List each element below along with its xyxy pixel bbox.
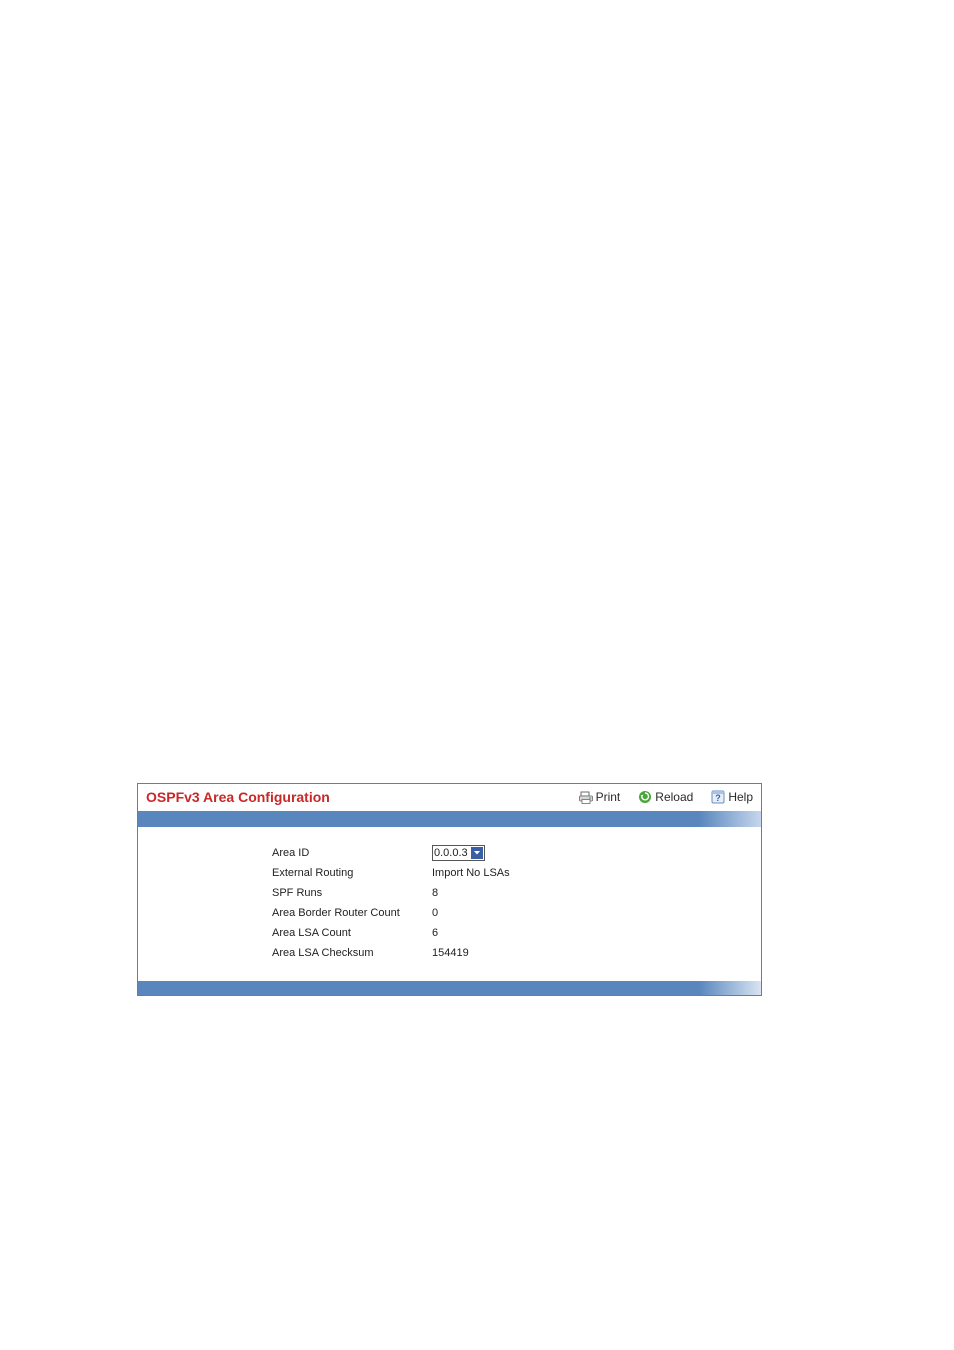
top-blue-bar	[138, 811, 761, 827]
value-spf-runs: 8	[432, 887, 438, 899]
value-abr-count: 0	[432, 907, 438, 919]
dropdown-arrow-icon	[471, 847, 483, 859]
reload-icon	[638, 790, 652, 804]
panel-header: OSPFv3 Area Configuration Print	[138, 784, 761, 811]
value-lsa-count: 6	[432, 927, 438, 939]
print-label: Print	[596, 790, 621, 804]
area-id-select-value: 0.0.0.3	[434, 847, 468, 859]
label-abr-count: Area Border Router Count	[272, 907, 432, 919]
row-area-id: Area ID 0.0.0.3	[272, 843, 761, 863]
value-lsa-checksum: 154419	[432, 947, 469, 959]
reload-button[interactable]: Reload	[638, 790, 693, 804]
bottom-blue-bar	[138, 981, 761, 995]
area-id-select[interactable]: 0.0.0.3	[432, 845, 485, 861]
value-area-id: 0.0.0.3	[432, 845, 485, 861]
help-label: Help	[728, 790, 753, 804]
print-button[interactable]: Print	[579, 790, 621, 804]
row-lsa-checksum: Area LSA Checksum 154419	[272, 943, 761, 963]
row-lsa-count: Area LSA Count 6	[272, 923, 761, 943]
reload-label: Reload	[655, 790, 693, 804]
help-button[interactable]: ? Help	[711, 790, 753, 804]
panel-content: Area ID 0.0.0.3 External Routing Import …	[138, 827, 761, 981]
label-spf-runs: SPF Runs	[272, 887, 432, 899]
row-spf-runs: SPF Runs 8	[272, 883, 761, 903]
help-icon: ?	[711, 790, 725, 804]
label-lsa-count: Area LSA Count	[272, 927, 432, 939]
form-table: Area ID 0.0.0.3 External Routing Import …	[272, 843, 761, 963]
header-actions: Print Reload ?	[579, 790, 753, 804]
row-external-routing: External Routing Import No LSAs	[272, 863, 761, 883]
print-icon	[579, 791, 593, 804]
row-abr-count: Area Border Router Count 0	[272, 903, 761, 923]
value-external-routing: Import No LSAs	[432, 867, 510, 879]
label-external-routing: External Routing	[272, 867, 432, 879]
label-lsa-checksum: Area LSA Checksum	[272, 947, 432, 959]
config-panel: OSPFv3 Area Configuration Print	[137, 783, 762, 996]
label-area-id: Area ID	[272, 847, 432, 859]
svg-text:?: ?	[716, 793, 722, 803]
page-title: OSPFv3 Area Configuration	[146, 789, 579, 805]
